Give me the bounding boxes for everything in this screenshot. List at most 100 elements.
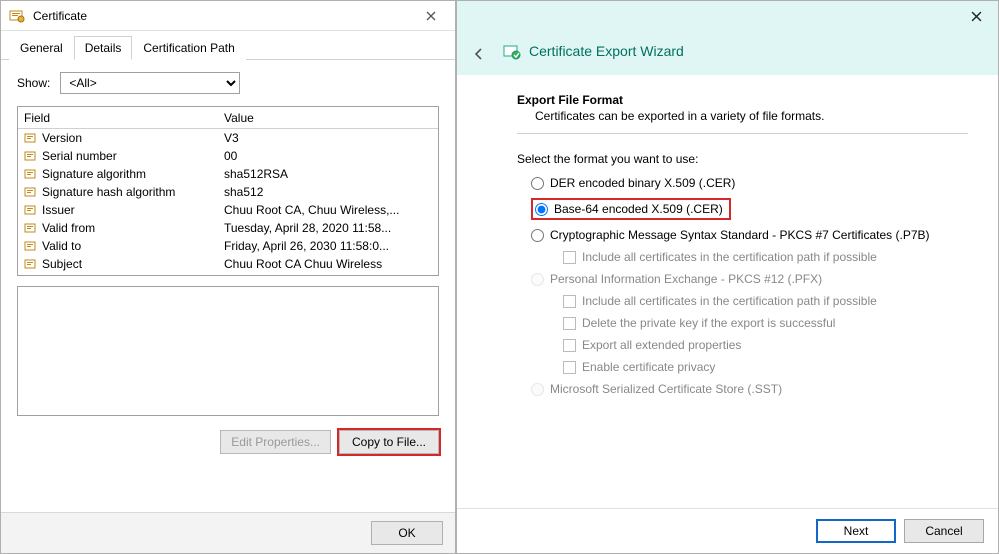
next-button[interactable]: Next	[816, 519, 896, 543]
edit-properties-button: Edit Properties...	[220, 430, 331, 454]
radio-pfx: Personal Information Exchange - PKCS #12…	[531, 272, 968, 286]
cancel-button[interactable]: Cancel	[904, 519, 984, 543]
checkbox-icon	[563, 295, 576, 308]
table-row[interactable]: Valid from Tuesday, April 28, 2020 11:58.…	[18, 219, 438, 237]
radio-sst-label: Microsoft Serialized Certificate Store (…	[550, 382, 782, 396]
property-icon	[24, 168, 38, 180]
tabs: General Details Certification Path	[1, 31, 455, 60]
radio-pfx-label: Personal Information Exchange - PKCS #12…	[550, 272, 822, 286]
pkcs7-include-chain-label: Include all certificates in the certific…	[582, 250, 877, 264]
export-wizard: Certificate Export Wizard Export File Fo…	[456, 0, 999, 554]
details-content: Show: <All> Field Value Version V3 Serial …	[1, 60, 455, 512]
checkbox-icon	[563, 361, 576, 374]
field-value: sha512	[218, 185, 438, 199]
radio-base64-input[interactable]	[535, 203, 548, 216]
pkcs7-include-chain: Include all certificates in the certific…	[563, 250, 968, 264]
tab-general[interactable]: General	[9, 36, 74, 60]
field-name: Signature hash algorithm	[42, 185, 175, 199]
format-radio-group: DER encoded binary X.509 (.CER) Base-64 …	[531, 176, 968, 396]
field-name: Signature algorithm	[42, 167, 146, 181]
wizard-close-button[interactable]	[962, 5, 990, 27]
field-value: Tuesday, April 28, 2020 11:58...	[218, 221, 438, 235]
wizard-divider	[517, 133, 968, 134]
button-row: Edit Properties... Copy to File...	[17, 430, 439, 454]
radio-base64[interactable]: Base-64 encoded X.509 (.CER)	[531, 198, 731, 220]
radio-der-label: DER encoded binary X.509 (.CER)	[550, 176, 735, 190]
col-field[interactable]: Field	[18, 111, 218, 125]
tab-certification-path[interactable]: Certification Path	[132, 36, 245, 60]
show-select[interactable]: <All>	[60, 72, 240, 94]
field-name: Serial number	[42, 149, 117, 163]
radio-pfx-input	[531, 273, 544, 286]
table-row[interactable]: Issuer Chuu Root CA, Chuu Wireless,...	[18, 201, 438, 219]
radio-pkcs7-input[interactable]	[531, 229, 544, 242]
radio-base64-label: Base-64 encoded X.509 (.CER)	[554, 202, 723, 216]
field-value: Chuu Root CA, Chuu Wireless,...	[218, 203, 438, 217]
close-button[interactable]	[415, 4, 447, 28]
field-value: Chuu Root CA Chuu Wireless	[218, 257, 438, 271]
checkbox-icon	[563, 251, 576, 264]
field-value: sha512RSA	[218, 167, 438, 181]
property-icon	[24, 150, 38, 162]
show-row: Show: <All>	[17, 72, 439, 94]
cert-icon	[9, 8, 25, 24]
property-icon	[24, 240, 38, 252]
bottom-bar: OK	[1, 512, 455, 553]
table-row[interactable]: Signature hash algorithm sha512	[18, 183, 438, 201]
field-value: V3	[218, 131, 438, 145]
wizard-heading: Export File Format	[517, 93, 968, 107]
radio-sst-input	[531, 383, 544, 396]
wizard-title: Certificate Export Wizard	[529, 43, 684, 59]
checkbox-icon	[563, 339, 576, 352]
pfx-include-chain-label: Include all certificates in the certific…	[582, 294, 877, 308]
checkbox-icon	[563, 317, 576, 330]
show-label: Show:	[17, 76, 50, 90]
wizard-footer: Next Cancel	[457, 508, 998, 553]
table-row[interactable]: Valid to Friday, April 26, 2030 11:58:0..…	[18, 237, 438, 255]
field-name: Valid to	[42, 239, 81, 253]
property-icon	[24, 186, 38, 198]
copy-to-file-button[interactable]: Copy to File...	[339, 430, 439, 454]
field-name: Version	[42, 131, 82, 145]
table-row[interactable]: Signature algorithm sha512RSA	[18, 165, 438, 183]
table-row[interactable]: Version V3	[18, 129, 438, 147]
dialog-title: Certificate	[33, 9, 415, 23]
back-button[interactable]	[463, 41, 495, 67]
table-header: Field Value	[18, 107, 438, 129]
wizard-body: Export File Format Certificates can be e…	[457, 75, 998, 508]
pfx-cert-privacy-label: Enable certificate privacy	[582, 360, 715, 374]
ok-button[interactable]: OK	[371, 521, 443, 545]
field-value: 00	[218, 149, 438, 163]
radio-der-input[interactable]	[531, 177, 544, 190]
pfx-delete-key: Delete the private key if the export is …	[563, 316, 968, 330]
field-name: Issuer	[42, 203, 75, 217]
pfx-include-chain: Include all certificates in the certific…	[563, 294, 968, 308]
wizard-subheading: Certificates can be exported in a variet…	[535, 109, 968, 123]
pfx-export-ext-label: Export all extended properties	[582, 338, 741, 352]
field-name: Subject	[42, 257, 82, 271]
tab-details[interactable]: Details	[74, 36, 133, 60]
pfx-delete-key-label: Delete the private key if the export is …	[582, 316, 835, 330]
field-name: Valid from	[42, 221, 95, 235]
properties-table: Field Value Version V3 Serial number 00 Sign…	[17, 106, 439, 276]
property-icon	[24, 132, 38, 144]
radio-pkcs7[interactable]: Cryptographic Message Syntax Standard - …	[531, 228, 968, 242]
field-value: Friday, April 26, 2030 11:58:0...	[218, 239, 438, 253]
titlebar: Certificate	[1, 1, 455, 31]
pfx-export-ext: Export all extended properties	[563, 338, 968, 352]
pfx-cert-privacy: Enable certificate privacy	[563, 360, 968, 374]
radio-der[interactable]: DER encoded binary X.509 (.CER)	[531, 176, 968, 190]
radio-sst: Microsoft Serialized Certificate Store (…	[531, 382, 968, 396]
table-body[interactable]: Version V3 Serial number 00 Signature algori…	[18, 129, 438, 275]
property-icon	[24, 258, 38, 270]
certificate-dialog: Certificate General Details Certificatio…	[0, 0, 456, 554]
property-icon	[24, 222, 38, 234]
wizard-cert-icon	[503, 43, 521, 61]
radio-pkcs7-label: Cryptographic Message Syntax Standard - …	[550, 228, 930, 242]
table-row[interactable]: Subject Chuu Root CA Chuu Wireless	[18, 255, 438, 273]
detail-value-box[interactable]	[17, 286, 439, 416]
col-value[interactable]: Value	[218, 111, 438, 125]
property-icon	[24, 204, 38, 216]
select-format-label: Select the format you want to use:	[517, 152, 968, 166]
table-row[interactable]: Serial number 00	[18, 147, 438, 165]
